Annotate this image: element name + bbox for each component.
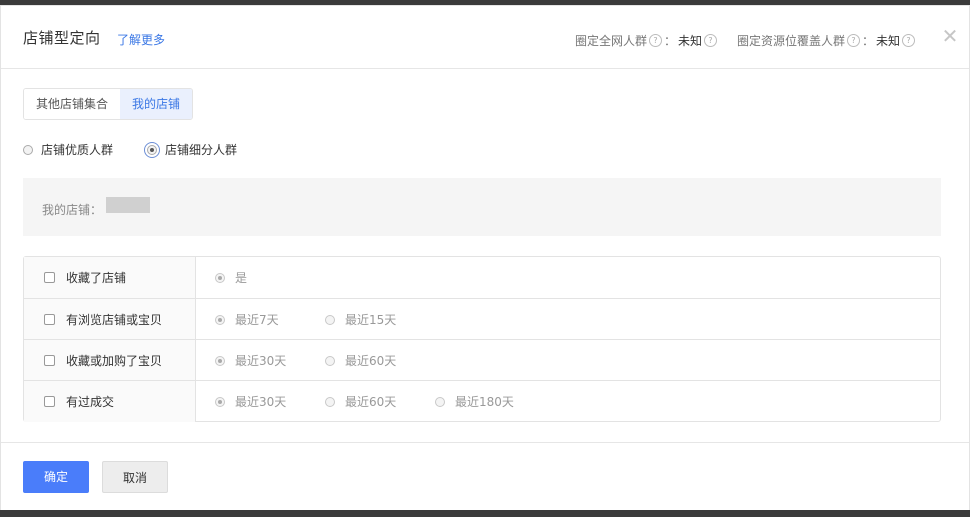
option-label: 最近15天 [345,313,397,327]
audience-option-quality-label: 店铺优质人群 [41,143,114,157]
option-label: 是 [235,271,248,285]
radio-button[interactable] [325,314,335,325]
criteria-row-browsed: 有浏览店铺或宝贝 最近7天 最近15天 [24,298,940,340]
metric-placement-audience: 圈定资源位覆盖人群 ? ： 未知 ? [737,32,917,49]
help-icon[interactable]: ? [649,34,663,47]
close-icon[interactable]: ✕ [941,26,959,46]
option-label: 最近60天 [345,354,397,368]
shop-tabs: 其他店铺集合 我的店铺 [23,88,194,120]
criteria-option[interactable]: 最近7天 [215,311,325,328]
help-icon[interactable]: ? [902,34,916,47]
option-label: 最近30天 [235,395,287,409]
option-label: 最近60天 [345,395,397,409]
criteria-checkbox[interactable] [44,314,55,325]
metric-placement-audience-label: 圈定资源位覆盖人群 [737,34,846,48]
option-label: 最近180天 [455,395,514,409]
radio-button[interactable] [435,396,445,407]
radio-button[interactable] [325,355,335,366]
criteria-checkbox[interactable] [44,396,55,407]
radio-button-selected[interactable] [215,272,225,283]
criteria-label-cell: 收藏或加购了宝贝 [24,340,196,381]
help-icon[interactable]: ? [704,34,718,47]
audience-option-quality[interactable]: 店铺优质人群 [23,141,113,158]
criteria-options: 最近30天 最近60天 [196,340,435,381]
criteria-option[interactable]: 最近30天 [215,393,325,410]
metric-network-audience-label: 圈定全网人群 [575,34,648,48]
audience-option-segment-label: 店铺细分人群 [165,143,238,157]
help-icon[interactable]: ? [847,34,861,47]
criteria-option[interactable]: 最近60天 [325,393,435,410]
radio-button-selected[interactable] [144,141,160,158]
radio-button[interactable] [23,144,33,155]
criteria-option[interactable]: 最近180天 [435,393,545,410]
criteria-label: 收藏了店铺 [66,271,127,285]
dialog-title: 店铺型定向 [23,29,101,47]
my-shop-label: 我的店铺： [42,203,103,217]
metric-network-audience: 圈定全网人群 ? ： 未知 ? [575,32,719,49]
shop-targeting-dialog: 店铺型定向 了解更多 圈定全网人群 ? ： 未知 ? 圈定资源位覆盖人群 ? ：… [0,5,970,510]
option-label: 最近7天 [235,313,279,327]
criteria-label-cell: 有浏览店铺或宝贝 [24,299,196,340]
criteria-option[interactable]: 最近30天 [215,352,325,369]
radio-button-selected[interactable] [215,396,225,407]
radio-button[interactable] [325,396,335,407]
criteria-option[interactable]: 最近15天 [325,311,435,328]
criteria-label: 有浏览店铺或宝贝 [66,313,163,327]
audience-option-segment[interactable]: 店铺细分人群 [144,141,238,158]
criteria-checkbox[interactable] [44,272,55,283]
my-shop-panel: 我的店铺： [23,178,941,236]
colon: ： [664,34,677,48]
dialog-footer: 确定 取消 [1,442,969,511]
criteria-row-favorited-shop: 收藏了店铺 是 [24,257,940,298]
cancel-button[interactable]: 取消 [102,461,168,493]
metric-placement-audience-value: 未知 [876,34,901,48]
option-label: 最近30天 [235,354,287,368]
dialog-header: 店铺型定向 了解更多 圈定全网人群 ? ： 未知 ? 圈定资源位覆盖人群 ? ：… [1,5,969,69]
confirm-button[interactable]: 确定 [23,461,89,493]
colon: ： [862,34,875,48]
criteria-options: 最近7天 最近15天 [196,299,435,340]
criteria-options: 最近30天 最近60天 最近180天 [196,381,545,422]
tab-my-shop[interactable]: 我的店铺 [120,89,193,119]
criteria-option[interactable]: 最近60天 [325,352,435,369]
criteria-options: 是 [196,257,325,298]
criteria-checkbox[interactable] [44,355,55,366]
radio-button-selected[interactable] [215,314,225,325]
criteria-row-favorited-or-carted: 收藏或加购了宝贝 最近30天 最近60天 [24,339,940,381]
learn-more-link[interactable]: 了解更多 [117,31,165,48]
criteria-table: 收藏了店铺 是 有浏览店铺或宝贝 最近7天 最近15天 收藏或加购了宝贝 最近3… [23,256,941,422]
radio-button-selected[interactable] [215,355,225,366]
criteria-row-purchased: 有过成交 最近30天 最近60天 最近180天 [24,380,940,422]
criteria-label: 收藏或加购了宝贝 [66,354,163,368]
criteria-label-cell: 有过成交 [24,381,196,422]
tab-other-shops[interactable]: 其他店铺集合 [24,89,121,119]
metric-network-audience-value: 未知 [678,34,703,48]
criteria-option[interactable]: 是 [215,269,325,286]
criteria-label-cell: 收藏了店铺 [24,257,196,298]
shop-name-redacted [106,197,150,213]
criteria-label: 有过成交 [66,395,115,409]
